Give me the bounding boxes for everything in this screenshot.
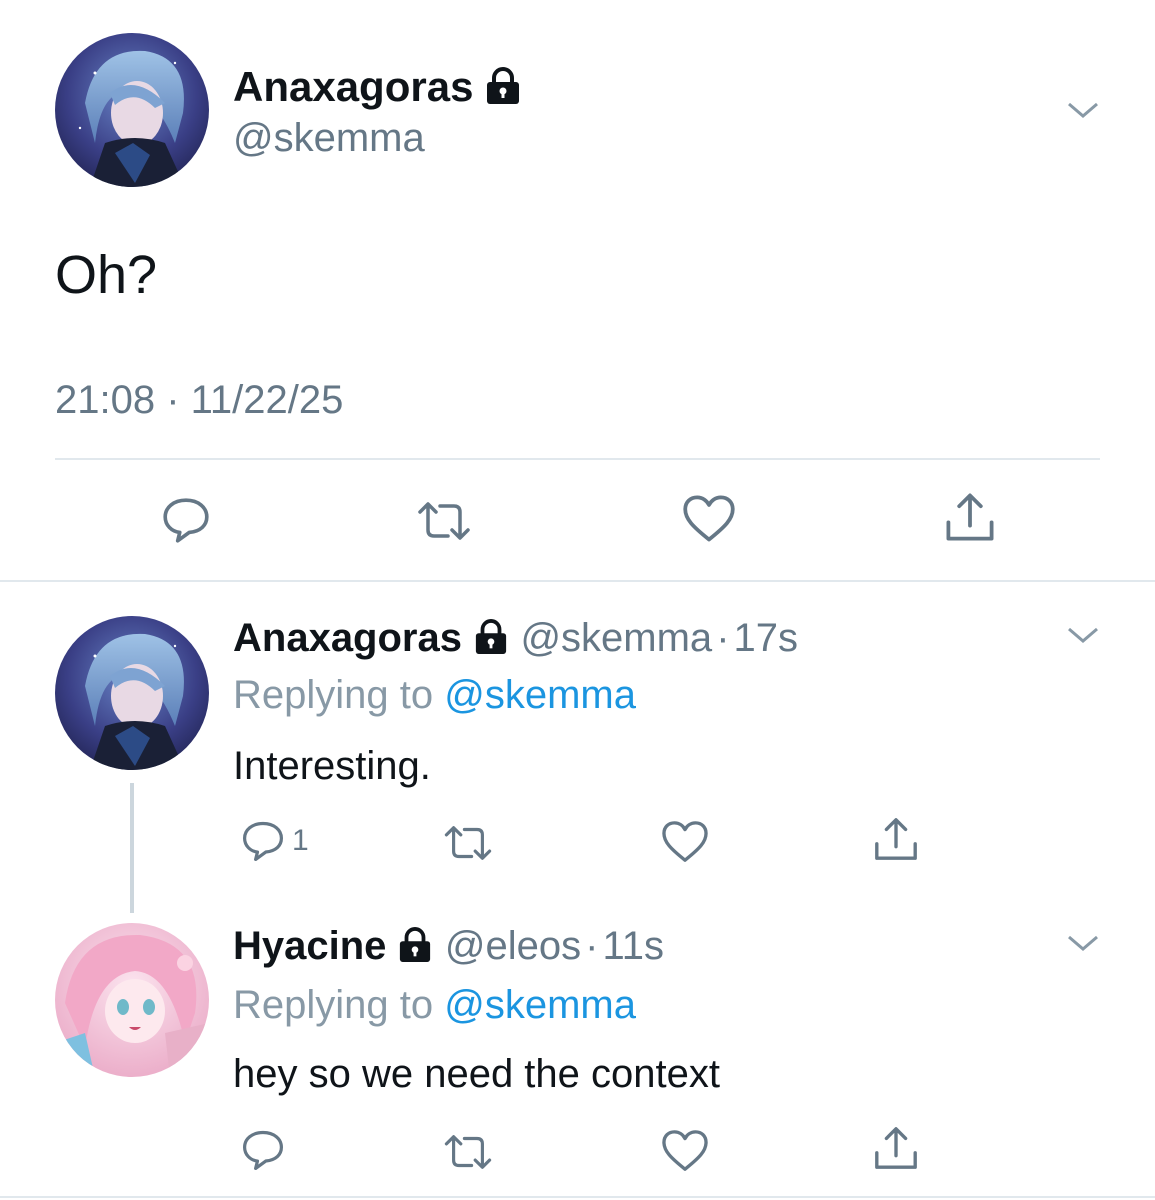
- mention-link[interactable]: @skemma: [444, 983, 636, 1027]
- replying-to-label: Replying to: [233, 673, 434, 717]
- avatar[interactable]: [55, 923, 209, 1077]
- display-name-text[interactable]: Anaxagoras: [233, 63, 473, 110]
- replying-to-label: Replying to: [233, 983, 434, 1027]
- like-icon[interactable]: [682, 494, 736, 544]
- lock-icon: [487, 67, 520, 104]
- section-divider: [0, 580, 1155, 582]
- lock-icon: [400, 927, 431, 962]
- reply-count: 1: [292, 824, 309, 857]
- avatar-anaxagoras-image: [55, 33, 209, 187]
- share-icon[interactable]: [872, 815, 920, 863]
- chevron-down-icon[interactable]: [1066, 933, 1100, 953]
- handle[interactable]: @eleos: [445, 924, 581, 968]
- relative-time[interactable]: 11s: [602, 924, 664, 968]
- reply-button[interactable]: 1: [240, 818, 309, 864]
- avatar[interactable]: [55, 33, 209, 187]
- handle[interactable]: @skemma: [233, 118, 425, 158]
- reply-header: Hyacine @eleos · 11s: [233, 926, 664, 966]
- share-icon[interactable]: [872, 1124, 920, 1172]
- display-name[interactable]: Anaxagoras: [233, 616, 462, 660]
- reply-icon: [242, 1130, 284, 1171]
- chevron-down-icon[interactable]: [1066, 100, 1100, 120]
- tweet-text: Oh?: [55, 245, 158, 305]
- tweet-text: Interesting.: [233, 744, 431, 788]
- bottom-divider: [0, 1196, 1155, 1198]
- reply-icon: [242, 821, 284, 862]
- timestamp[interactable]: 21:08 · 11/22/25: [55, 380, 343, 420]
- retweet-icon[interactable]: [441, 820, 495, 866]
- retweet-icon[interactable]: [441, 1129, 495, 1175]
- like-icon[interactable]: [661, 820, 709, 864]
- separator: ·: [585, 924, 599, 968]
- replying-to: Replying to @skemma: [233, 675, 636, 715]
- avatar-anaxagoras-image: [55, 616, 209, 770]
- thread-line: [130, 783, 134, 913]
- tweet-text: hey so we need the context: [233, 1052, 720, 1096]
- retweet-icon[interactable]: [414, 496, 474, 546]
- reply-button[interactable]: [240, 1127, 286, 1173]
- mention-link[interactable]: @skemma: [444, 673, 636, 717]
- lock-icon: [475, 619, 507, 654]
- reply-header: Anaxagoras @skemma · 17s: [233, 618, 798, 658]
- reply-icon[interactable]: [160, 494, 212, 546]
- relative-time[interactable]: 17s: [734, 616, 799, 660]
- like-icon[interactable]: [661, 1129, 709, 1173]
- separator: ·: [716, 616, 730, 660]
- divider: [55, 458, 1100, 460]
- display-name[interactable]: Hyacine: [233, 924, 386, 968]
- share-icon[interactable]: [943, 490, 997, 544]
- display-name[interactable]: Anaxagoras: [233, 66, 521, 108]
- avatar[interactable]: [55, 616, 209, 770]
- chevron-down-icon[interactable]: [1066, 625, 1100, 645]
- avatar-hyacine-image: [55, 923, 209, 1077]
- replying-to: Replying to @skemma: [233, 985, 636, 1025]
- handle[interactable]: @skemma: [520, 616, 712, 660]
